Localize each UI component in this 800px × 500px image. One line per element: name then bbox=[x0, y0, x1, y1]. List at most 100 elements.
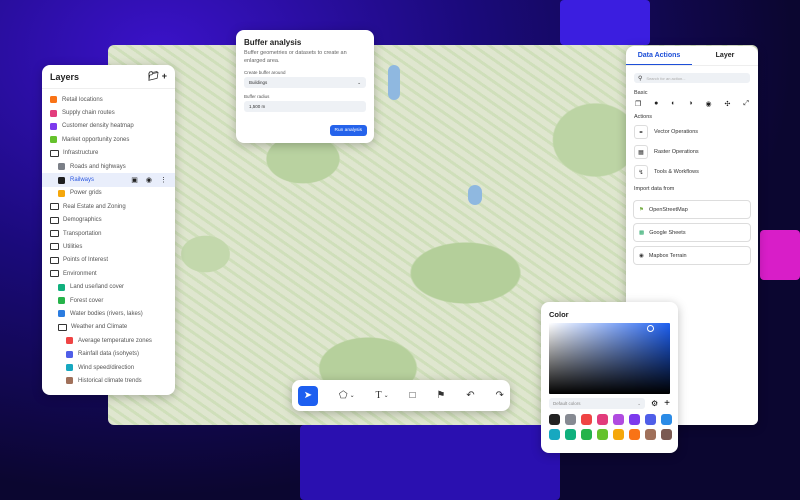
layer-item[interactable]: Customer density heatmap bbox=[42, 120, 175, 133]
layer-label: Power grids bbox=[70, 190, 102, 197]
color-swatch[interactable] bbox=[565, 414, 576, 425]
lake bbox=[388, 65, 400, 100]
layer-color-swatch bbox=[50, 122, 57, 130]
openstreetmap-icon: ⚑ bbox=[639, 206, 644, 213]
copy-icon[interactable]: ❐ bbox=[635, 100, 641, 108]
import-label: Google Sheets bbox=[649, 229, 686, 236]
tools-workflows-item[interactable]: ↯ Tools & Workflows bbox=[634, 164, 750, 180]
layer-group[interactable]: Utilities bbox=[42, 240, 175, 253]
run-analysis-button[interactable]: Run analysis bbox=[329, 125, 367, 136]
color-swatch[interactable] bbox=[629, 414, 640, 425]
action-label: Vector Operations bbox=[654, 129, 699, 135]
layer-item[interactable]: Retail locations bbox=[42, 93, 175, 106]
action-search-input[interactable]: ⚲ Search for an action... bbox=[634, 73, 750, 83]
new-folder-icon[interactable]: 📁︎ bbox=[148, 71, 159, 81]
color-picker-panel: Color Default colors ⌄ ⚙ + bbox=[541, 302, 678, 453]
folder-icon bbox=[50, 216, 59, 224]
background-shape bbox=[560, 0, 650, 45]
raster-icon: ▦ bbox=[634, 145, 648, 159]
layers-panel: Layers 📁︎ + Retail locations Supply chain… bbox=[42, 65, 175, 395]
tab-data-actions[interactable]: Data Actions bbox=[626, 46, 692, 65]
layer-item[interactable]: Land use/land cover bbox=[42, 280, 175, 293]
layer-item[interactable]: Power grids bbox=[42, 187, 175, 200]
color-swatch[interactable] bbox=[629, 429, 640, 440]
layer-color-swatch bbox=[58, 297, 65, 305]
chevron-down-icon: ⌄ bbox=[637, 400, 641, 406]
layer-item[interactable]: Market opportunity zones bbox=[42, 133, 175, 146]
import-mapbox-terrain[interactable]: ◉ Mapbox Terrain bbox=[633, 246, 751, 265]
union-icon[interactable]: ● bbox=[654, 100, 658, 108]
layer-item[interactable]: Roads and highways bbox=[42, 160, 175, 173]
xor-icon[interactable]: ◉ bbox=[706, 100, 712, 108]
layer-label: Utilities bbox=[63, 243, 83, 250]
comment-tool-button[interactable]: □ bbox=[410, 390, 416, 401]
layer-group[interactable]: Demographics bbox=[42, 214, 175, 227]
layer-color-swatch bbox=[66, 350, 73, 358]
layer-group[interactable]: Points of Interest bbox=[42, 254, 175, 267]
sliders-icon[interactable]: ⚙ bbox=[651, 399, 658, 408]
buffer-analysis-panel: Buffer analysis Buffer geometries or dat… bbox=[236, 30, 374, 143]
difference-icon[interactable]: ◑ bbox=[688, 100, 692, 108]
folder-icon bbox=[50, 149, 59, 157]
raster-operations-item[interactable]: ▦ Raster Operations bbox=[634, 144, 750, 160]
redo-button[interactable]: ↷ bbox=[496, 390, 504, 401]
color-swatch[interactable] bbox=[581, 414, 592, 425]
layer-label: Rainfall data (isohyets) bbox=[78, 351, 140, 358]
color-handle[interactable] bbox=[647, 325, 654, 332]
palette-select[interactable]: Default colors ⌄ bbox=[549, 398, 645, 409]
more-icon[interactable]: ⋮ bbox=[160, 176, 167, 184]
color-swatch[interactable] bbox=[597, 429, 608, 440]
layer-item[interactable]: Forest cover bbox=[42, 294, 175, 307]
layer-item[interactable]: Supply chain routes bbox=[42, 106, 175, 119]
color-gradient-area[interactable] bbox=[549, 323, 670, 394]
buffer-radius-input[interactable]: 1,500 m bbox=[244, 101, 366, 113]
layer-group[interactable]: Real Estate and Zoning bbox=[42, 200, 175, 213]
layer-label: Historical climate trends bbox=[78, 377, 142, 384]
centroid-icon[interactable]: ✣ bbox=[725, 100, 731, 108]
color-swatch[interactable] bbox=[565, 429, 576, 440]
layer-group[interactable]: Weather and Climate bbox=[42, 321, 175, 334]
color-swatch[interactable] bbox=[661, 429, 672, 440]
color-swatch[interactable] bbox=[549, 414, 560, 425]
import-google-sheets[interactable]: ▩ Google Sheets bbox=[633, 223, 751, 242]
layer-item[interactable]: Rainfall data (isohyets) bbox=[42, 347, 175, 360]
color-swatch[interactable] bbox=[549, 429, 560, 440]
expand-icon[interactable]: ⤢ bbox=[743, 100, 749, 108]
layer-group[interactable]: Transportation bbox=[42, 227, 175, 240]
buffer-around-select[interactable]: Buildings ⌄ bbox=[244, 77, 366, 89]
layer-item[interactable]: Railways ▣ ◉ ⋮ bbox=[42, 173, 175, 187]
bookmark-tool-button[interactable]: ⚑ bbox=[436, 390, 445, 401]
undo-button[interactable]: ↶ bbox=[466, 390, 474, 401]
color-swatch[interactable] bbox=[661, 414, 672, 425]
layer-item[interactable]: Wind speed/direction bbox=[42, 361, 175, 374]
shape-tool-button[interactable]: ⬠ ⌄ bbox=[339, 390, 355, 401]
layer-group[interactable]: Environment bbox=[42, 267, 175, 280]
layer-item[interactable]: Water bodies (rivers, lakes) bbox=[42, 307, 175, 320]
color-swatch[interactable] bbox=[581, 429, 592, 440]
layer-color-swatch bbox=[58, 189, 65, 197]
color-swatch[interactable] bbox=[597, 414, 608, 425]
layer-color-swatch bbox=[58, 163, 65, 171]
visibility-icon[interactable]: ◉ bbox=[146, 176, 152, 184]
layer-item[interactable]: Historical climate trends bbox=[42, 374, 175, 387]
color-swatch[interactable] bbox=[645, 414, 656, 425]
tab-layer[interactable]: Layer bbox=[692, 46, 758, 65]
vector-operations-item[interactable]: ⚭ Vector Operations bbox=[634, 124, 750, 140]
select-tool-button[interactable]: ➤ bbox=[298, 385, 318, 406]
layer-actions: ▣ ◉ ⋮ bbox=[131, 176, 167, 184]
intersect-icon[interactable]: ◐ bbox=[671, 100, 675, 108]
folder-icon bbox=[50, 243, 59, 251]
focus-icon[interactable]: ▣ bbox=[131, 176, 138, 184]
add-layer-icon[interactable]: + bbox=[162, 71, 167, 81]
add-color-icon[interactable]: + bbox=[664, 398, 670, 409]
layer-label: Roads and highways bbox=[70, 163, 126, 170]
color-swatch[interactable] bbox=[613, 414, 624, 425]
layer-item[interactable]: Average temperature zones bbox=[42, 334, 175, 347]
layer-color-swatch bbox=[58, 176, 65, 184]
color-swatch[interactable] bbox=[613, 429, 624, 440]
layer-group[interactable]: Infrastructure bbox=[42, 147, 175, 160]
color-swatch[interactable] bbox=[645, 429, 656, 440]
import-openstreetmap[interactable]: ⚑ OpenStreetMap bbox=[633, 200, 751, 219]
text-tool-button[interactable]: T ⌄ bbox=[375, 390, 388, 401]
import-label: OpenStreetMap bbox=[648, 206, 688, 213]
